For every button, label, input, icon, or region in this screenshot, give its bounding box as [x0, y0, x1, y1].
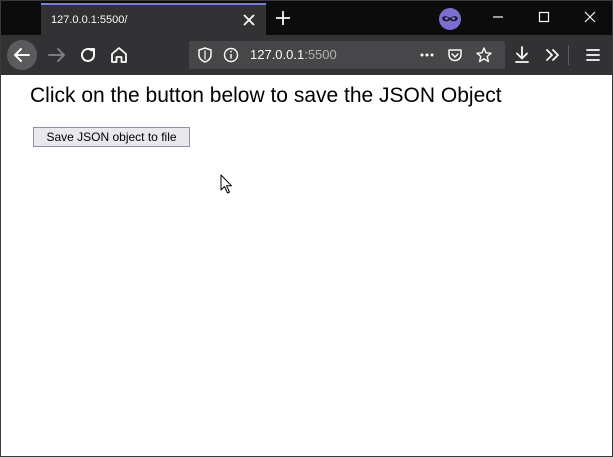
back-arrow-icon[interactable] [7, 40, 37, 70]
bookmark-star-icon[interactable] [475, 46, 493, 64]
private-browsing-icon [439, 8, 461, 30]
tab-strip: 127.0.0.1:5500/ [1, 1, 612, 35]
close-window-icon[interactable] [580, 7, 600, 27]
page-content: Click on the button below to save the JS… [1, 75, 612, 456]
hamburger-menu-icon[interactable] [579, 41, 607, 69]
page-actions-icon[interactable] [418, 46, 436, 64]
tracking-shield-icon[interactable] [196, 46, 214, 64]
url-text[interactable]: 127.0.0.1:5500 [250, 47, 337, 62]
site-info-icon[interactable] [222, 46, 240, 64]
close-tab-icon[interactable] [240, 11, 258, 29]
toolbar-separator [568, 45, 569, 65]
home-icon[interactable] [105, 41, 133, 69]
save-json-button[interactable]: Save JSON object to file [33, 127, 190, 147]
tab-title: 127.0.0.1:5500/ [51, 14, 128, 26]
nav-toolbar: 127.0.0.1:5500 [1, 35, 612, 75]
maximize-icon[interactable] [534, 7, 554, 27]
url-bar[interactable]: 127.0.0.1:5500 [189, 41, 505, 69]
url-port: :5500 [304, 47, 337, 62]
overflow-chevron-icon[interactable] [539, 41, 567, 69]
new-tab-icon[interactable] [274, 9, 292, 27]
download-icon[interactable] [508, 41, 536, 69]
mouse-cursor-icon [220, 174, 232, 194]
page-heading: Click on the button below to save the JS… [30, 84, 502, 107]
reload-icon[interactable] [74, 41, 102, 69]
minimize-icon[interactable] [488, 7, 508, 27]
browser-tab[interactable]: 127.0.0.1:5500/ [41, 3, 266, 35]
url-host: 127.0.0.1 [250, 47, 305, 62]
forward-arrow-icon[interactable] [43, 41, 71, 69]
browser-window: 127.0.0.1:5500/ 127.0.0.1:5500 Click on … [0, 0, 613, 457]
pocket-icon[interactable] [446, 46, 464, 64]
